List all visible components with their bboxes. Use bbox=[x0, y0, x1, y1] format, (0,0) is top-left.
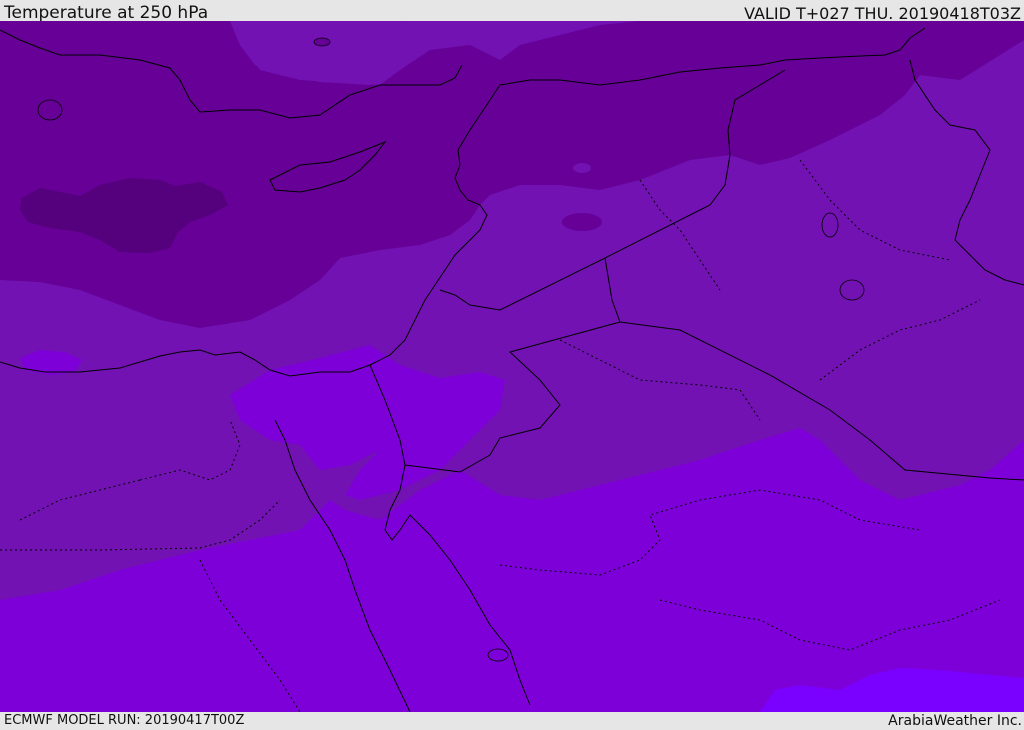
temperature-map[interactable] bbox=[0, 21, 1024, 712]
lake-marker bbox=[313, 37, 331, 47]
map-title: Temperature at 250 hPa bbox=[4, 3, 209, 23]
footer-bar: ECMWF MODEL RUN: 20190417T00Z ArabiaWeat… bbox=[0, 712, 1024, 729]
map-canvas bbox=[0, 21, 1024, 712]
temperature-blob-cold bbox=[562, 213, 602, 231]
header-bar: Temperature at 250 hPa VALID T+027 THU. … bbox=[0, 0, 1024, 23]
model-run: ECMWF MODEL RUN: 20190417T00Z bbox=[4, 713, 245, 728]
credit-label: ArabiaWeather Inc. bbox=[888, 713, 1022, 729]
temperature-blob-cool bbox=[573, 163, 591, 173]
